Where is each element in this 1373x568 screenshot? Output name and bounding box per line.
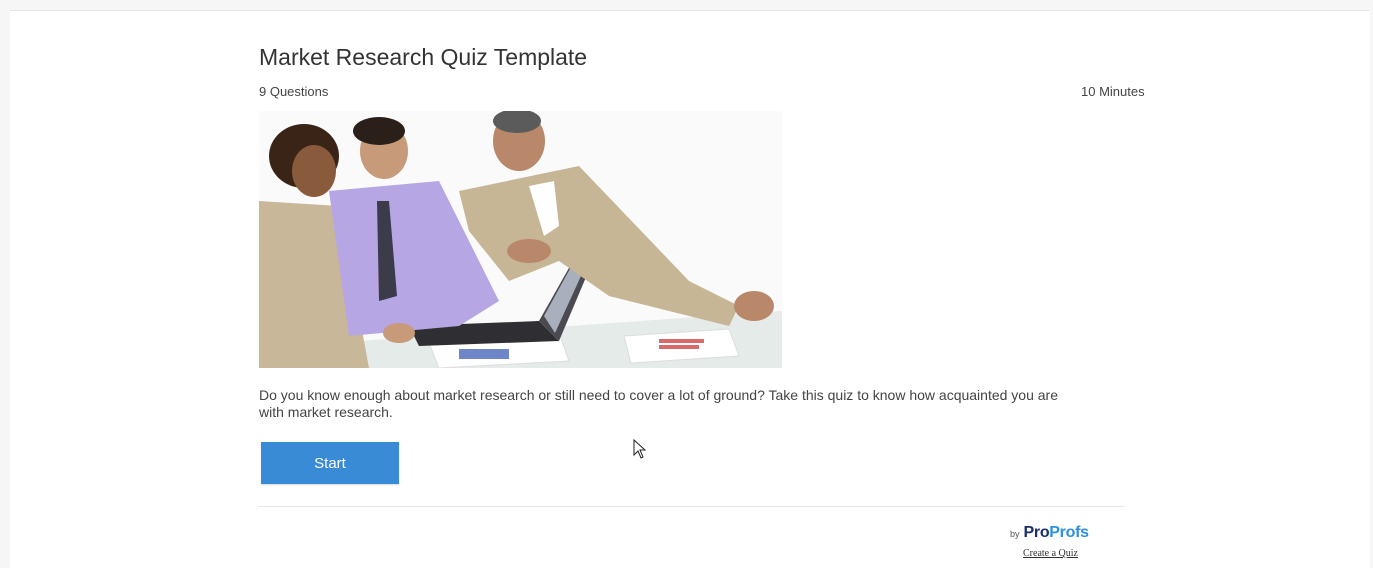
quiz-cover-image xyxy=(259,111,782,368)
create-a-quiz-link[interactable]: Create a Quiz xyxy=(1023,548,1078,559)
brand-logo-pro: Pro xyxy=(1023,524,1050,541)
quiz-title: Market Research Quiz Template xyxy=(259,44,588,70)
mouse-pointer-icon xyxy=(633,438,647,464)
quiz-card: Market Research Quiz Template 9 Question… xyxy=(10,10,1370,568)
footer-divider xyxy=(258,506,1125,507)
brand-logo-profs: Profs xyxy=(1049,524,1089,541)
question-count: 9 Questions xyxy=(259,84,329,99)
brand-by-label: by xyxy=(1010,529,1020,539)
quiz-duration: 10 Minutes xyxy=(1081,84,1145,99)
proprofs-branding[interactable]: by ProProfs xyxy=(1010,524,1089,542)
proprofs-logo[interactable]: ProProfs xyxy=(1024,524,1089,542)
quiz-description: Do you know enough about market research… xyxy=(259,387,1058,420)
start-button[interactable]: Start xyxy=(261,442,399,484)
